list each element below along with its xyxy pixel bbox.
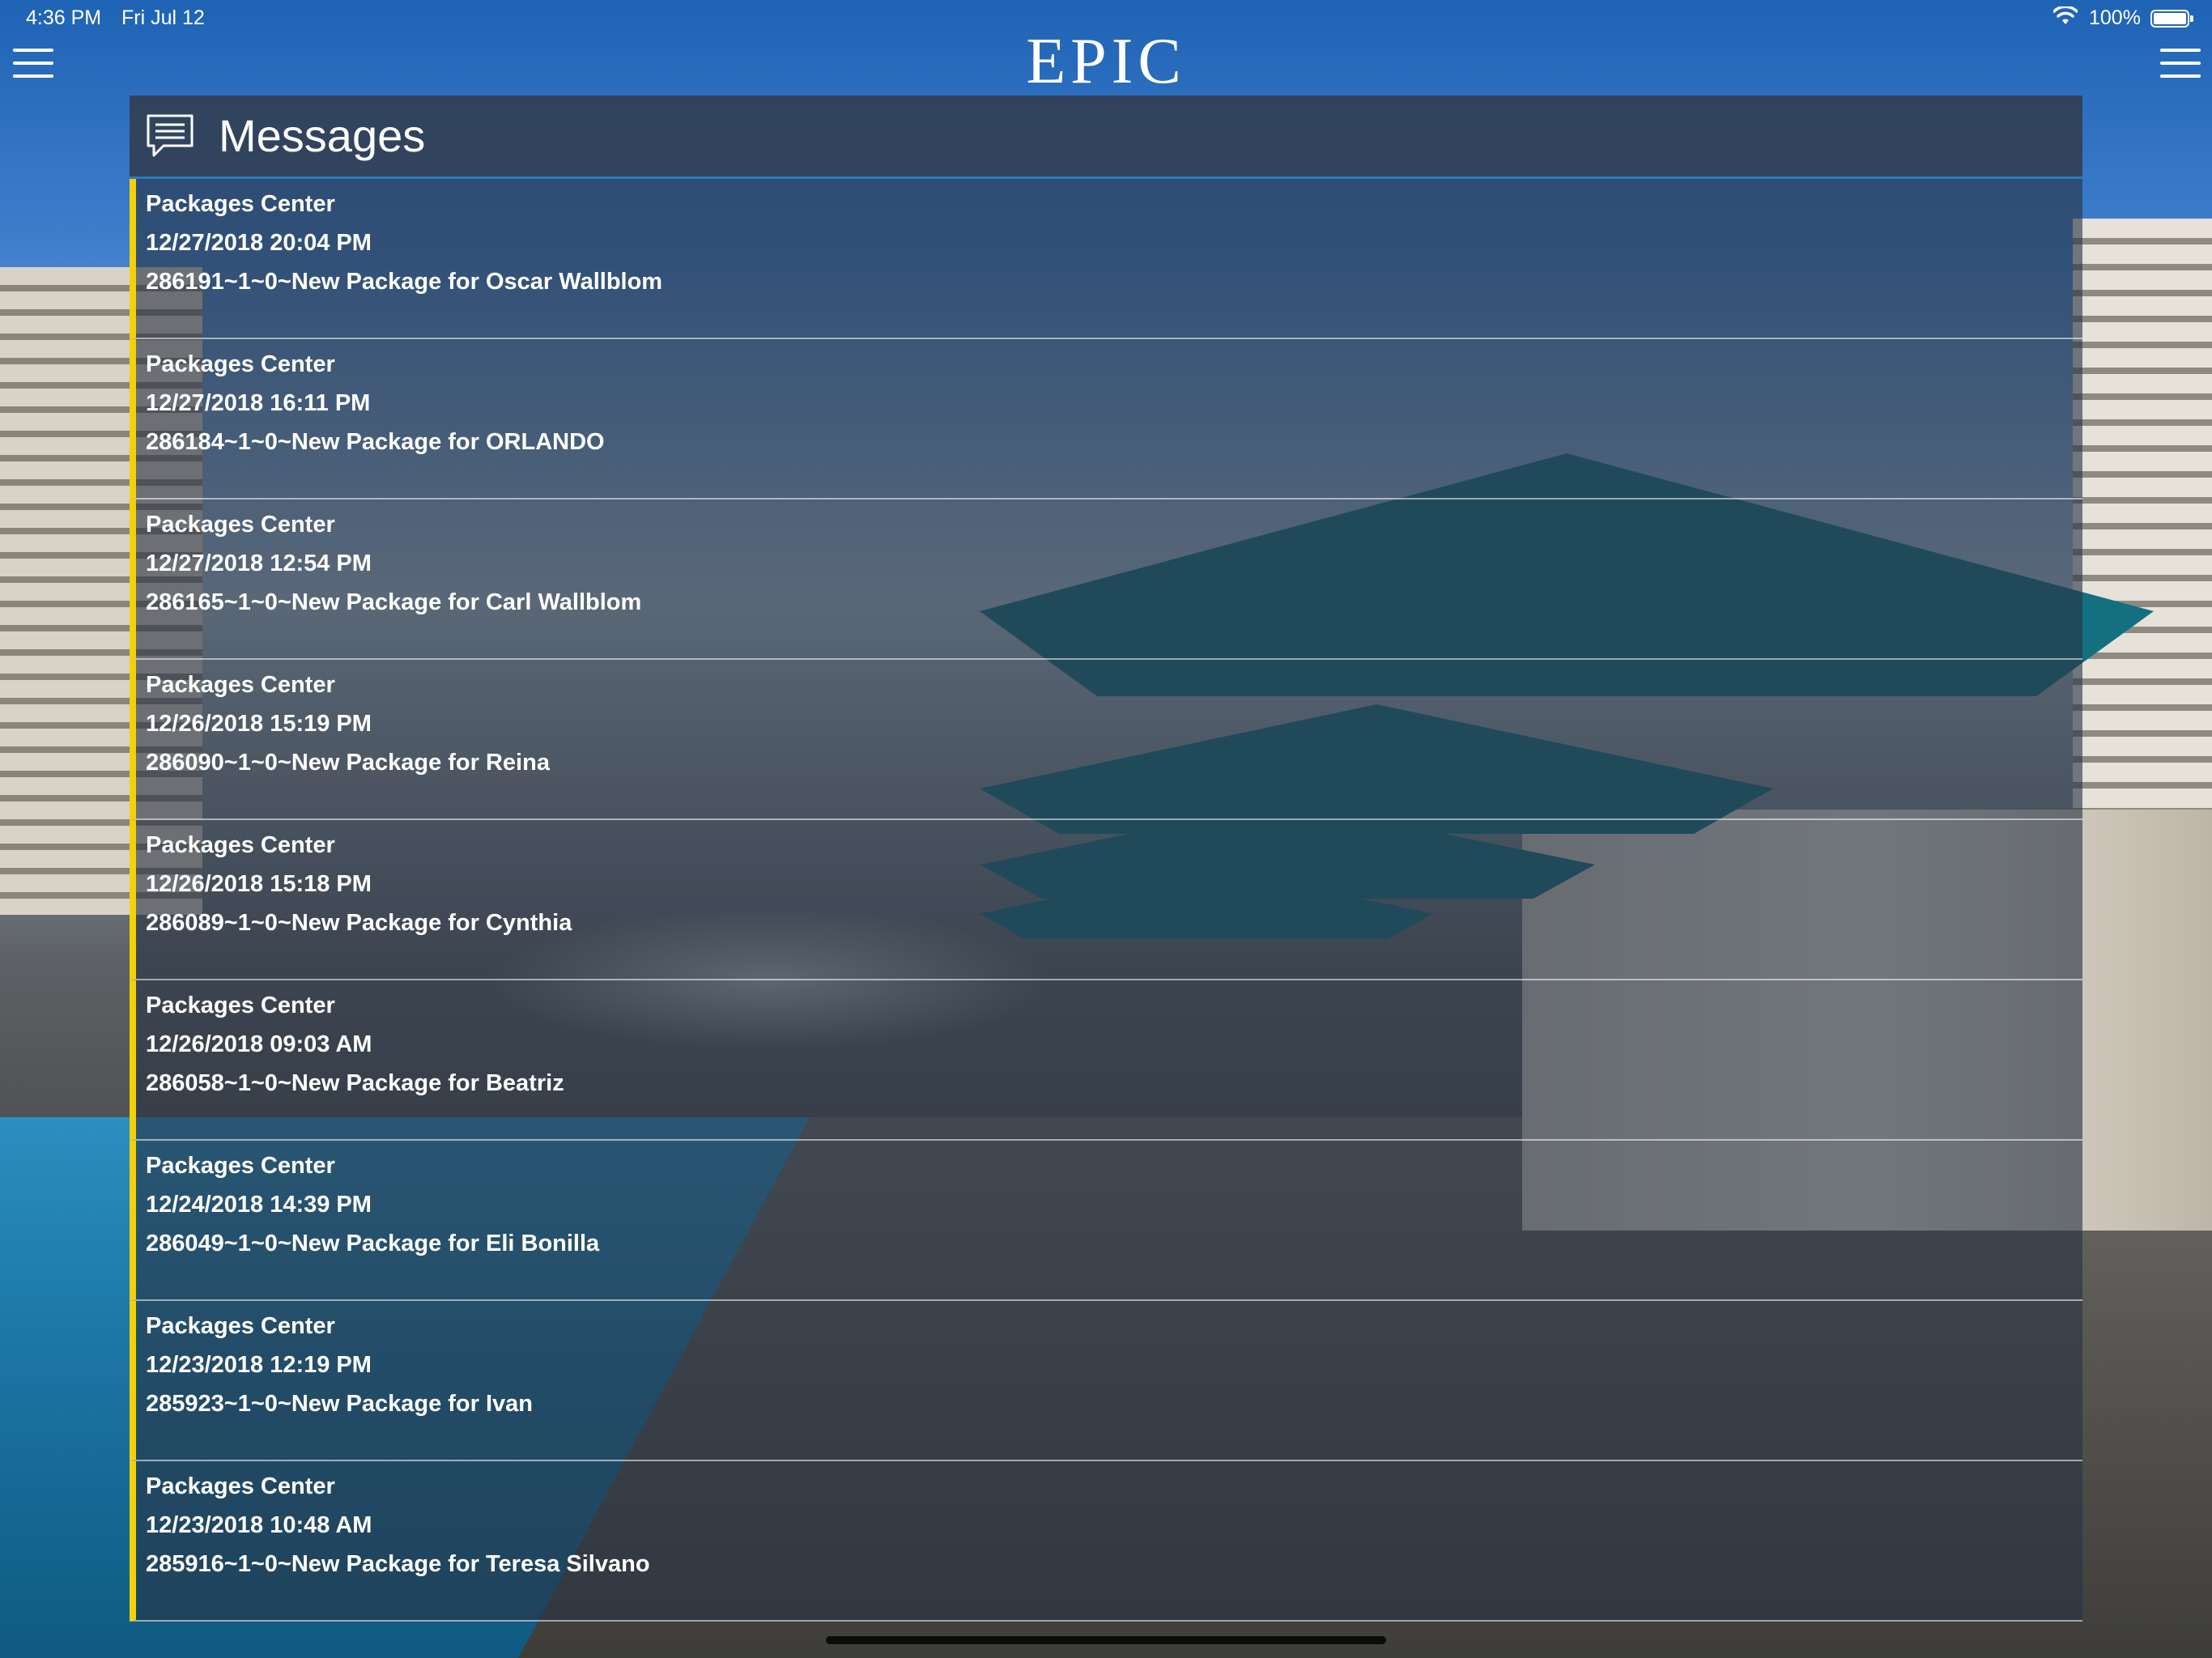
message-body: 286089~1~0~New Package for Cynthia [146,910,572,936]
message-timestamp: 12/27/2018 12:54 PM [146,551,372,576]
message-body: 285916~1~0~New Package for Teresa Silvan… [146,1551,650,1577]
status-date: Fri Jul 12 [121,6,205,29]
message-body: 286090~1~0~New Package for Reina [146,750,550,776]
message-body: 286058~1~0~New Package for Beatriz [146,1070,564,1096]
message-timestamp: 12/26/2018 15:19 PM [146,711,372,737]
messages-header: Messages [130,96,2082,179]
message-body: 286165~1~0~New Package for Carl Wallblom [146,589,642,615]
message-row[interactable]: Packages Center 12/27/2018 12:54 PM 286165… [130,500,2082,660]
right-menu-button[interactable] [2160,47,2201,79]
hamburger-menu-icon [2160,74,2201,78]
message-timestamp: 12/26/2018 09:03 AM [146,1031,372,1057]
message-body: 285923~1~0~New Package for Ivan [146,1391,534,1417]
message-body: 286184~1~0~New Package for ORLANDO [146,429,605,455]
messages-list: Packages Center 12/27/2018 20:04 PM 286191… [130,179,2082,1622]
message-sender: Packages Center [146,191,335,217]
hamburger-menu-icon [13,49,53,52]
epic-logo: EPIC [1026,26,1186,97]
message-row[interactable]: Packages Center 12/27/2018 20:04 PM 286191… [130,179,2082,339]
chat-bubble-icon [147,114,194,157]
page-title: Messages [219,110,426,161]
message-sender: Packages Center [146,512,335,538]
message-body: 286049~1~0~New Package for Eli Bonilla [146,1231,600,1256]
messages-panel: Messages Packages Center 12/27/2018 20:04… [130,96,2082,1622]
message-row[interactable]: Packages Center 12/26/2018 09:03 AM 286058… [130,980,2082,1141]
message-timestamp: 12/26/2018 15:18 PM [146,871,372,897]
message-sender: Packages Center [146,1473,335,1499]
message-row[interactable]: Packages Center 12/26/2018 15:18 PM 286089… [130,820,2082,980]
message-row[interactable]: Packages Center 12/23/2018 12:19 PM 285923… [130,1301,2082,1461]
battery-percentage: 100% [2089,6,2141,29]
message-timestamp: 12/23/2018 12:19 PM [146,1352,372,1378]
home-indicator[interactable] [826,1636,1386,1644]
message-row[interactable]: Packages Center 12/23/2018 10:48 AM 285916… [130,1461,2082,1622]
status-time: 4:36 PM [26,6,102,29]
message-sender: Packages Center [146,351,335,377]
message-sender: Packages Center [146,993,335,1018]
message-timestamp: 12/23/2018 10:48 AM [146,1512,372,1538]
hamburger-menu-icon [13,74,53,78]
hamburger-menu-icon [2160,49,2201,52]
battery-icon [2150,10,2193,28]
message-sender: Packages Center [146,832,335,858]
message-sender: Packages Center [146,1313,335,1339]
message-sender: Packages Center [146,672,335,698]
message-row[interactable]: Packages Center 12/27/2018 16:11 PM 286184… [130,339,2082,500]
hamburger-menu-icon [2160,62,2201,65]
app-screen: 4:36 PM Fri Jul 12 100% EPIC Messages Pa… [0,0,2212,1658]
message-row[interactable]: Packages Center 12/24/2018 14:39 PM 286049… [130,1141,2082,1301]
message-sender: Packages Center [146,1153,335,1179]
message-row[interactable]: Packages Center 12/26/2018 15:19 PM 286090… [130,660,2082,820]
wifi-icon [2052,5,2078,32]
battery-fill [2154,13,2186,24]
building-right [2073,219,2212,834]
left-menu-button[interactable] [13,47,53,79]
message-timestamp: 12/24/2018 14:39 PM [146,1192,372,1218]
message-timestamp: 12/27/2018 16:11 PM [146,390,371,416]
message-body: 286191~1~0~New Package for Oscar Wallblo… [146,269,663,295]
message-timestamp: 12/27/2018 20:04 PM [146,230,372,256]
hamburger-menu-icon [13,62,53,65]
